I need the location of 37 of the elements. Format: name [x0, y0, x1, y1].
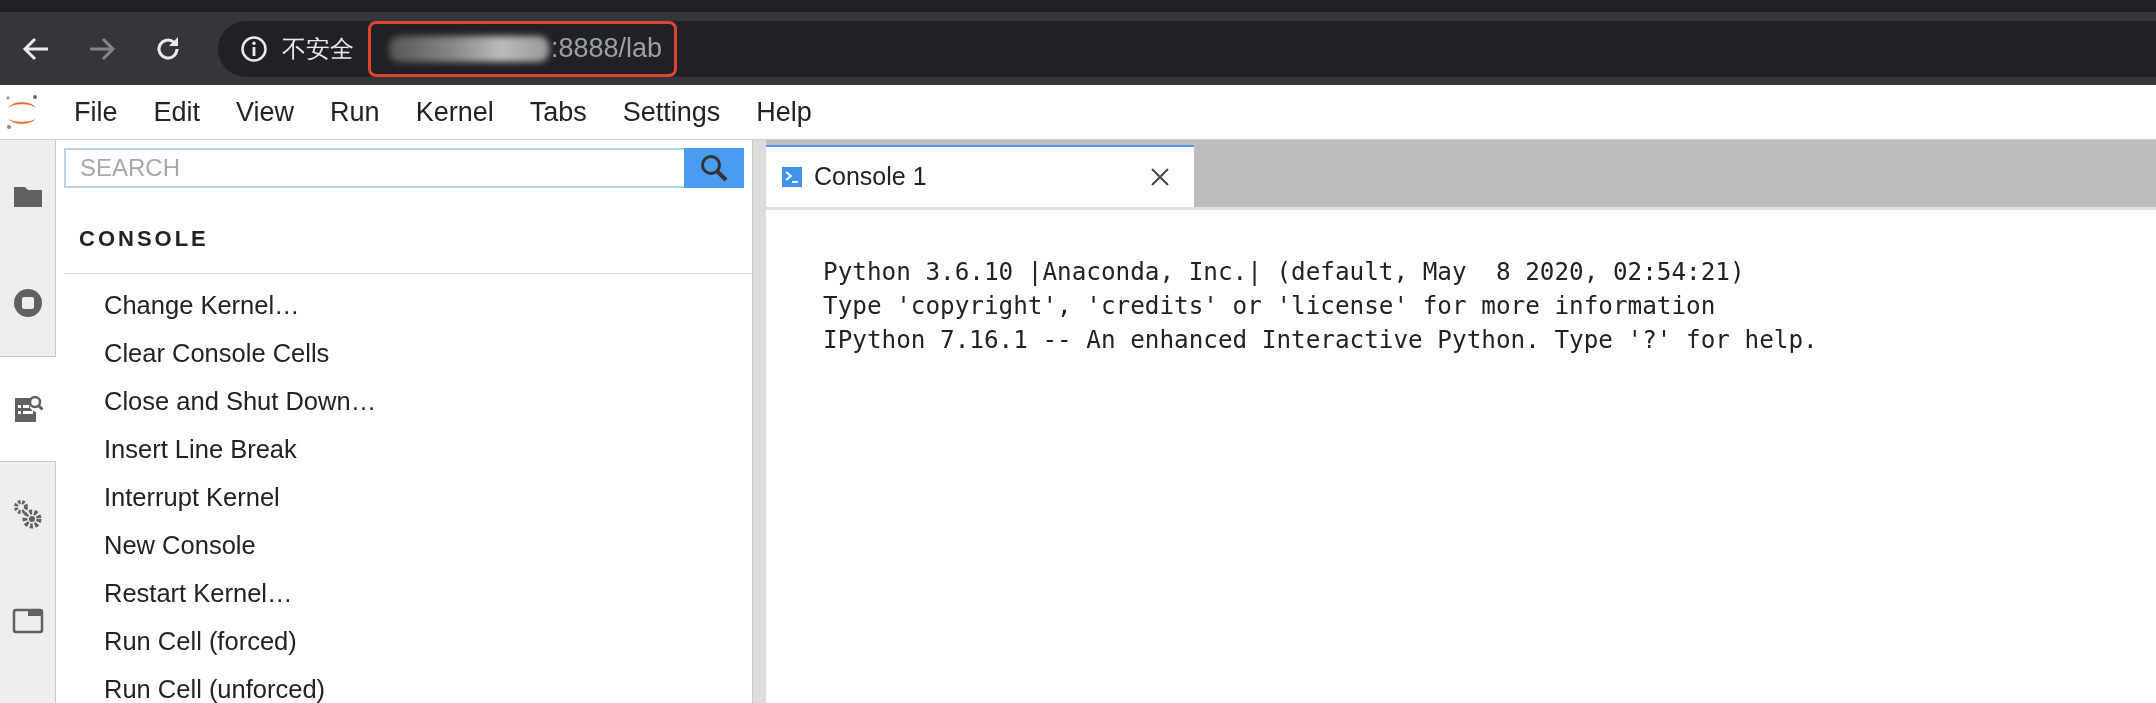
tab-label: Console 1 [814, 161, 927, 193]
search-icon [699, 153, 729, 183]
security-label: 不安全 [282, 33, 354, 64]
address-bar[interactable]: 不安全 :8888/lab [218, 20, 2156, 77]
sidebar-tab[interactable] [0, 356, 56, 462]
command-item[interactable]: New Console [64, 521, 744, 569]
command-item[interactable]: Change Kernel… [64, 281, 744, 329]
search-field[interactable]: SEARCH [64, 148, 684, 188]
stop-circle-icon [11, 287, 44, 319]
menu-item[interactable]: File [56, 91, 136, 133]
command-item[interactable]: Restart Kernel… [64, 569, 744, 617]
output-line: Python 3.6.10 |Anaconda, Inc.| (default, May 8 2020, 02:54:21) [823, 256, 1746, 288]
command-item[interactable]: Run Cell (unforced) [64, 665, 744, 703]
command-item[interactable]: Clear Console Cells [64, 329, 744, 377]
search-button[interactable] [684, 148, 744, 188]
output-line: IPython 7.16.1 -- An enhanced Interactive Python. Type '?' for help. [823, 324, 1819, 356]
menu-item[interactable]: Help [738, 91, 830, 133]
back-arrow-icon [22, 35, 50, 62]
command-item[interactable]: Interrupt Kernel [64, 473, 744, 521]
menu-item[interactable]: Run [312, 91, 398, 133]
menu-item[interactable]: Tabs [511, 91, 605, 133]
output-line: Type 'copyright', 'credits' or 'license' for more information [823, 290, 1717, 322]
menu-item[interactable]: View [218, 91, 313, 133]
gears-icon [11, 499, 44, 531]
menu-item[interactable]: Edit [135, 91, 219, 133]
menu-item[interactable]: Settings [604, 91, 739, 133]
address-text: :8888/lab [551, 32, 663, 66]
command-item[interactable]: Close and Shut Down… [64, 377, 744, 425]
command-item[interactable]: Run Cell (forced) [64, 617, 744, 665]
info-icon [240, 34, 268, 63]
close-icon [1150, 167, 1170, 187]
document-tab[interactable]: Console 1 [766, 145, 1194, 207]
command-item[interactable]: Insert Line Break [64, 425, 744, 473]
menu-item[interactable]: Kernel [397, 91, 512, 133]
palette-icon [12, 393, 44, 425]
forward-arrow-icon [88, 35, 116, 62]
console-icon [782, 167, 802, 187]
